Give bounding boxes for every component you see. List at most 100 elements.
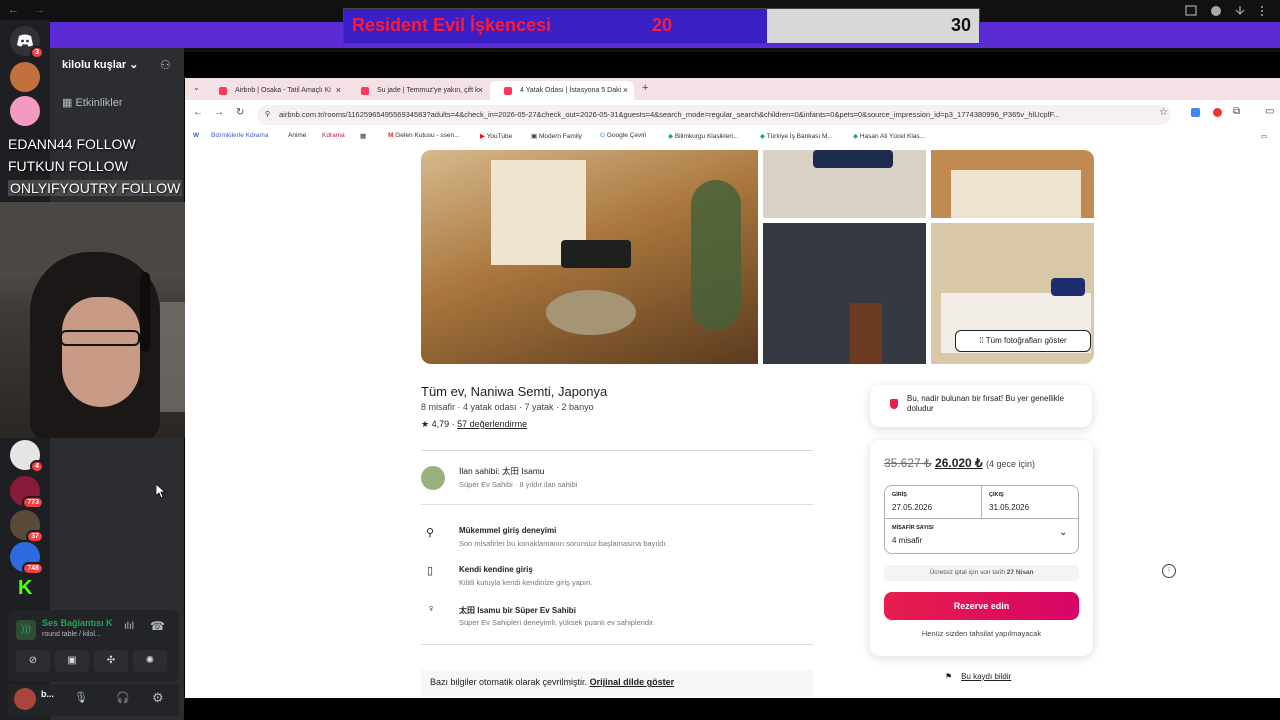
window-icons: [1185, 5, 1263, 16]
voice-connection-panel: ))) Ses Bağlantısı K round table / kilol…: [8, 610, 179, 682]
apps-grid-icon[interactable]: ▦: [360, 132, 366, 140]
server-kirby-icon[interactable]: [10, 96, 40, 126]
bookmark-item[interactable]: ◆ Hasan Ali Yücel Klas...: [853, 132, 925, 140]
host-title: İlan sahibi: 太田 Isamu: [459, 466, 545, 476]
divider: [421, 450, 813, 451]
follow-alert: EDANN44 FOLLOW: [8, 136, 136, 152]
bookmark-item[interactable]: ◆ Bilimkurgu Klasikleri...: [668, 132, 738, 140]
voice-channel: round table / kilol...: [42, 631, 101, 638]
counter-title: Resident Evil İşkencesi: [352, 15, 552, 35]
site-info-icon[interactable]: ⚲: [265, 105, 270, 125]
address-row: ← → ↻ ⚲ airbnb.com.tr/rooms/116259654955…: [185, 100, 1280, 130]
bookmark-item[interactable]: Bizimkilerle Kdrama: [211, 132, 268, 139]
kick-icon[interactable]: K: [18, 577, 32, 600]
diamond-icon: [890, 399, 898, 409]
server-icon[interactable]: 37: [10, 510, 44, 543]
tab-airbnb-osaka[interactable]: Airbnb | Osaka - Tatil Amaçlı Ki ×: [205, 81, 347, 100]
close-icon[interactable]: ×: [478, 81, 483, 100]
add-member-icon[interactable]: ⚇: [160, 58, 171, 72]
server-icon[interactable]: [10, 62, 40, 92]
avatar[interactable]: [14, 688, 36, 710]
headphones-icon[interactable]: 🎧: [116, 691, 130, 704]
tv-icon: ▣: [531, 133, 539, 140]
checkin-label: GİRİŞ: [892, 492, 907, 498]
discord-home-icon[interactable]: 3: [10, 26, 44, 59]
listing-photo-main[interactable]: [421, 150, 758, 364]
show-all-photos-button[interactable]: ⁞⁞ Tüm fotoğrafları göster: [955, 330, 1091, 352]
folder-icon[interactable]: ▭: [1261, 132, 1267, 140]
user-bar: b... 🎙 🎧 ⚙: [8, 684, 179, 716]
extensions-puzzle-icon[interactable]: ⧉: [1233, 106, 1240, 117]
bookmark-w-icon[interactable]: W: [193, 132, 199, 139]
badge: 4: [30, 460, 44, 473]
forward-arrow-icon[interactable]: →: [34, 4, 45, 16]
back-icon[interactable]: ←: [193, 107, 203, 118]
browser-window: ⌄ Airbnb | Osaka - Tatil Amaçlı Ki × Su j…: [185, 78, 1280, 698]
mouse-cursor-icon: [155, 483, 167, 503]
reserve-button[interactable]: Rezerve edin: [884, 592, 1079, 620]
tab-su-jade[interactable]: Su jade | Temmuz'ye yakın, çift k ×: [347, 81, 489, 100]
close-icon[interactable]: ×: [336, 81, 341, 100]
reviews-link[interactable]: 57 değerlendirme: [457, 419, 527, 429]
price-line: 35.627 ₺ 26.020 ₺ (4 gece için): [884, 456, 1035, 470]
adblock-icon[interactable]: [1213, 108, 1222, 117]
sidebar-icon[interactable]: ▭: [1265, 106, 1274, 117]
activities-button[interactable]: ✣: [94, 650, 128, 672]
bookmark-item[interactable]: Kdrama: [322, 132, 345, 139]
feature-desc: Süper Ev Sahipleri deneyimli, yüksek pua…: [459, 618, 655, 627]
book-icon: ◆: [853, 133, 860, 140]
disconnect-icon[interactable]: ☎: [150, 619, 165, 633]
bookmark-item[interactable]: ▶ YouTube: [480, 132, 512, 140]
soundboard-button[interactable]: ✺: [133, 650, 167, 672]
host-subtitle: Süper Ev Sahibi · 8 yıldır ilan sahibi: [459, 480, 578, 489]
translation-notice: Bazı bilgiler otomatik olarak çevrilmişt…: [421, 670, 813, 696]
chevron-down-icon: ⌄: [129, 59, 139, 71]
counter-current: 20: [652, 15, 673, 35]
report-listing[interactable]: ⚑ Bu kaydı bildir: [945, 672, 1011, 681]
events-item[interactable]: ▦ Etkinlikler: [62, 96, 123, 109]
listing-photo-exterior[interactable]: [763, 223, 926, 364]
bookmark-star-icon[interactable]: ☆: [1159, 107, 1168, 118]
forward-icon[interactable]: →: [214, 107, 224, 118]
listing-photo-bedroom[interactable]: [763, 150, 926, 218]
back-arrow-icon[interactable]: ←: [8, 4, 19, 16]
settings-gear-icon[interactable]: ⚙: [152, 690, 164, 706]
checkin-field[interactable]: GİRİŞ 27.05.2026: [885, 486, 982, 519]
old-price: 35.627 ₺: [884, 456, 932, 470]
server-icon[interactable]: 4: [10, 440, 44, 473]
host-avatar[interactable]: [421, 466, 445, 490]
show-all-photos-label: Tüm fotoğrafları göster: [985, 336, 1067, 345]
server-icon[interactable]: 748: [10, 542, 44, 575]
tab-search-icon[interactable]: ⌄: [193, 83, 200, 92]
cancel-prefix: Ücretsiz iptal için son tarih: [929, 569, 1007, 576]
bookmark-label: Türkiye İş Bankası M...: [766, 133, 833, 140]
door: [850, 303, 882, 364]
extension-icon[interactable]: [1191, 108, 1200, 117]
server-icon[interactable]: 773: [10, 476, 44, 509]
show-original-link[interactable]: Orijinal dilde göster: [590, 677, 675, 687]
reload-icon[interactable]: ↻: [236, 107, 244, 118]
bookmark-label: Google Çeviri: [606, 132, 647, 139]
microphone-icon[interactable]: 🎙: [74, 691, 88, 704]
listing-photo-bedroom-2[interactable]: [931, 150, 1094, 218]
camera-off-button[interactable]: ⊘: [16, 650, 50, 672]
bookmark-item[interactable]: ◆ Türkiye İş Bankası M...: [760, 132, 833, 140]
bookmark-item[interactable]: G Google Çeviri: [600, 132, 646, 139]
close-icon[interactable]: ×: [623, 81, 628, 100]
guests-value: 4 misafir: [892, 536, 923, 545]
soundboard-icon[interactable]: ılıl: [124, 621, 134, 632]
accessibility-icon[interactable]: ⁝: [1162, 564, 1176, 578]
badge: 37: [26, 530, 44, 543]
tab-active-listing[interactable]: 4 Yatak Odası | İstasyona 5 Daki ×: [490, 81, 634, 100]
tab-label: 4 Yatak Odası | İstasyona 5 Daki: [520, 87, 622, 94]
new-tab-icon[interactable]: +: [642, 82, 648, 94]
screen-share-button[interactable]: ▣: [55, 650, 89, 672]
bookmark-item[interactable]: Anime: [288, 132, 306, 139]
url-bar[interactable]: ⚲ airbnb.com.tr/rooms/116259654955693458…: [257, 105, 1171, 125]
bookmark-item[interactable]: M Gelen Kutusu - ssen...: [388, 132, 460, 139]
checkout-field[interactable]: ÇIKIŞ 31.05.2026: [982, 486, 1078, 519]
server-name[interactable]: kilolu kuşlar ⌄: [62, 58, 138, 71]
guests-field[interactable]: MİSAFİR SAYISI 4 misafir ⌄: [885, 519, 1078, 553]
bookmark-item[interactable]: ▣ Modern Family: [531, 132, 582, 140]
new-price[interactable]: 26.020 ₺: [935, 456, 983, 470]
